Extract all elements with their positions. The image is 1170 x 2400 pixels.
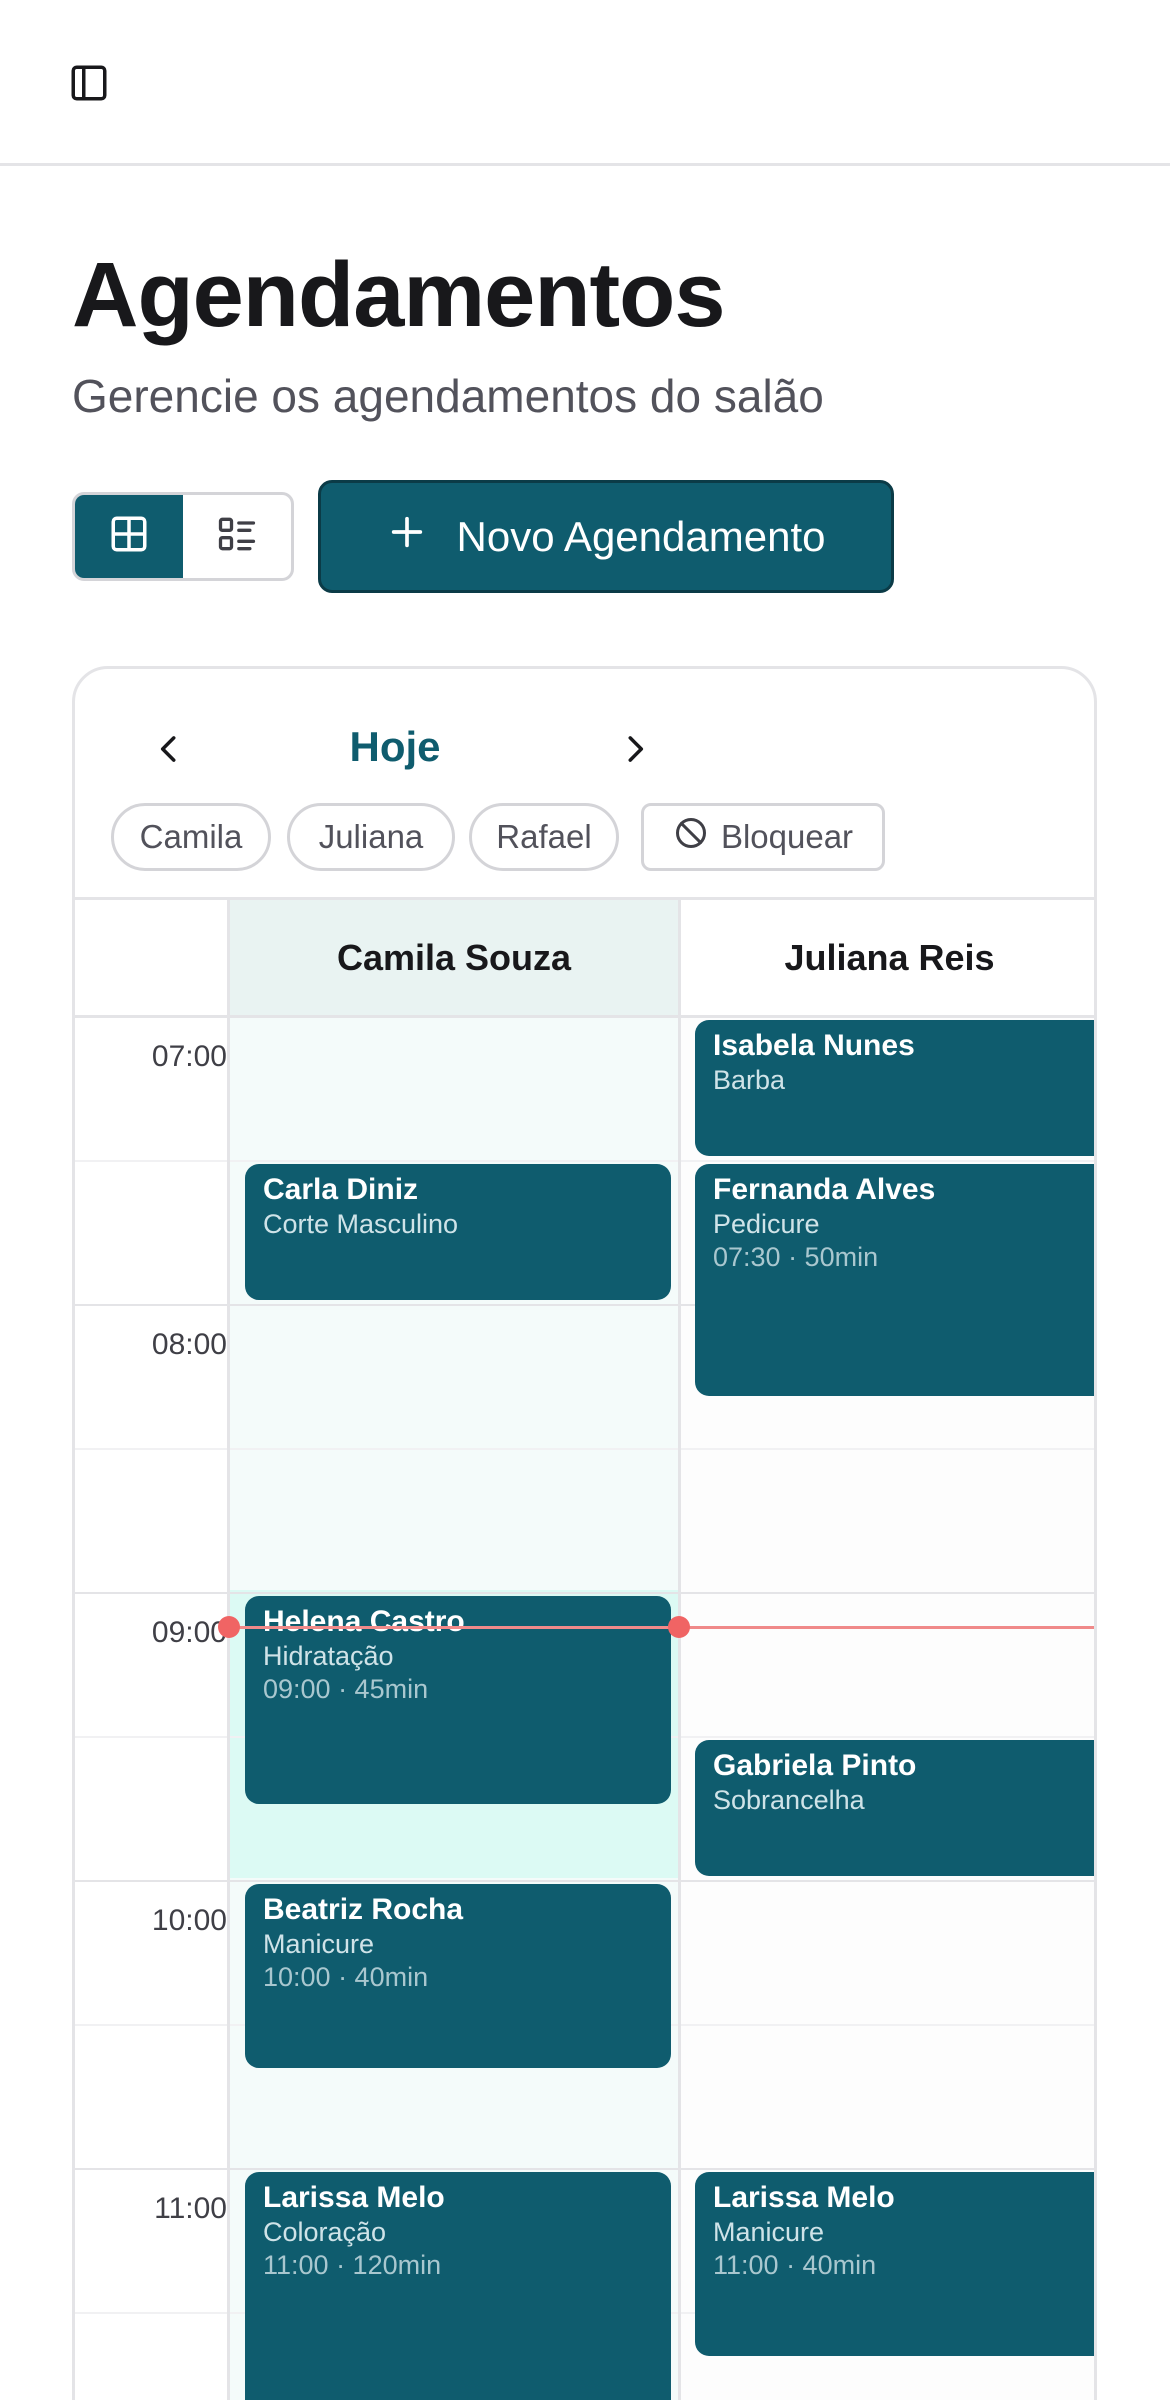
appointment-client: Carla Diniz — [263, 1173, 419, 1206]
appointment-service: Sobrancelha — [713, 1785, 865, 1815]
appointment-client: Beatriz Rocha — [263, 1893, 464, 1926]
page-title: Agendamentos — [72, 244, 726, 346]
list-view-icon — [215, 512, 259, 561]
chevron-right-icon[interactable] — [605, 719, 665, 779]
column-header-camila-souza: Camila Souza — [229, 900, 679, 1018]
filter-chip-camila[interactable]: Camila — [111, 803, 271, 871]
appointment-card[interactable]: Carla Diniz Corte Masculino — [245, 1164, 671, 1300]
appointment-service: Pedicure — [713, 1209, 820, 1239]
top-bar — [0, 0, 1170, 166]
appointment-card[interactable]: Beatriz Rocha Manicure 10:00 · 40min — [245, 1884, 671, 2068]
appointment-card[interactable]: Fernanda Alves Pedicure 07:30 · 50min — [695, 1164, 1094, 1396]
ban-icon — [673, 815, 709, 859]
chevron-left-icon[interactable] — [139, 719, 199, 779]
appointment-service: Coloração — [263, 2217, 387, 2247]
time-label-1100: 11:00 — [154, 2192, 227, 2225]
plus-icon — [387, 512, 427, 562]
column-header-juliana-reis: Juliana Reis — [679, 900, 1094, 1018]
grid-view-icon — [108, 513, 150, 560]
appointment-client: Isabela Nunes — [713, 1029, 915, 1062]
time-label-0800: 08:00 — [151, 1328, 227, 1361]
time-label-0700: 07:00 — [151, 1040, 227, 1073]
time-label-1000: 10:00 — [151, 1904, 227, 1937]
time-header-corner — [75, 900, 229, 1018]
new-appointment-button[interactable]: Novo Agendamento — [318, 480, 894, 593]
appointment-service: Manicure — [713, 2217, 825, 2247]
appointment-client: Gabriela Pinto — [713, 1749, 917, 1782]
grid-view-button[interactable] — [75, 495, 183, 578]
block-label: Bloquear — [720, 818, 854, 855]
appointment-client: Larissa Melo — [263, 2181, 445, 2214]
appointment-time: 11:00 · 40min — [713, 2250, 877, 2280]
appointment-service: Corte Masculino — [263, 1209, 459, 1239]
appointment-client: Helena Castro — [263, 1605, 465, 1638]
appointment-card[interactable]: Isabela Nunes Barba — [695, 1020, 1094, 1156]
filter-chip-rafael[interactable]: Rafael — [469, 803, 619, 871]
current-time-line — [229, 1626, 1094, 1629]
appointment-time: 09:00 · 45min — [263, 1674, 429, 1704]
time-label-0900: 09:00 — [151, 1616, 227, 1649]
column-divider — [227, 900, 230, 2400]
calendar-grid: Camila Souza Juliana Reis 07:00 08:00 09… — [75, 897, 1094, 2400]
appointment-card[interactable]: Gabriela Pinto Sobrancelha — [695, 1740, 1094, 1876]
block-button[interactable]: Bloquear — [641, 803, 885, 871]
appointment-service: Manicure — [263, 1929, 375, 1959]
current-time-dot — [668, 1616, 690, 1638]
column-divider — [678, 900, 681, 2400]
today-button[interactable]: Hoje — [295, 715, 495, 779]
list-view-button[interactable] — [183, 495, 291, 578]
page-subtitle: Gerencie os agendamentos do salão — [72, 370, 824, 422]
appointment-time: 07:30 · 50min — [713, 1242, 879, 1272]
appointment-card[interactable]: Larissa Melo Manicure 11:00 · 40min — [695, 2172, 1094, 2356]
appointment-time: 10:00 · 40min — [263, 1962, 429, 1992]
filter-chip-juliana[interactable]: Juliana — [287, 803, 455, 871]
calendar-nav: Hoje Camila Juliana Rafael Bloquear — [75, 669, 1094, 899]
appointment-service: Hidratação — [263, 1641, 394, 1671]
sidebar-toggle-icon[interactable] — [66, 60, 112, 106]
appointment-card[interactable]: Larissa Melo Coloração 11:00 · 120min — [245, 2172, 671, 2400]
appointment-service: Barba — [713, 1065, 786, 1095]
new-appointment-label: Novo Agendamento — [456, 512, 826, 560]
appointment-time: 11:00 · 120min — [263, 2250, 442, 2280]
calendar-card: Hoje Camila Juliana Rafael Bloquear Cami… — [72, 666, 1097, 2400]
current-time-dot — [218, 1616, 240, 1638]
appointment-client: Fernanda Alves — [713, 1173, 936, 1206]
view-toggle — [72, 492, 294, 581]
appointment-client: Larissa Melo — [713, 2181, 895, 2214]
